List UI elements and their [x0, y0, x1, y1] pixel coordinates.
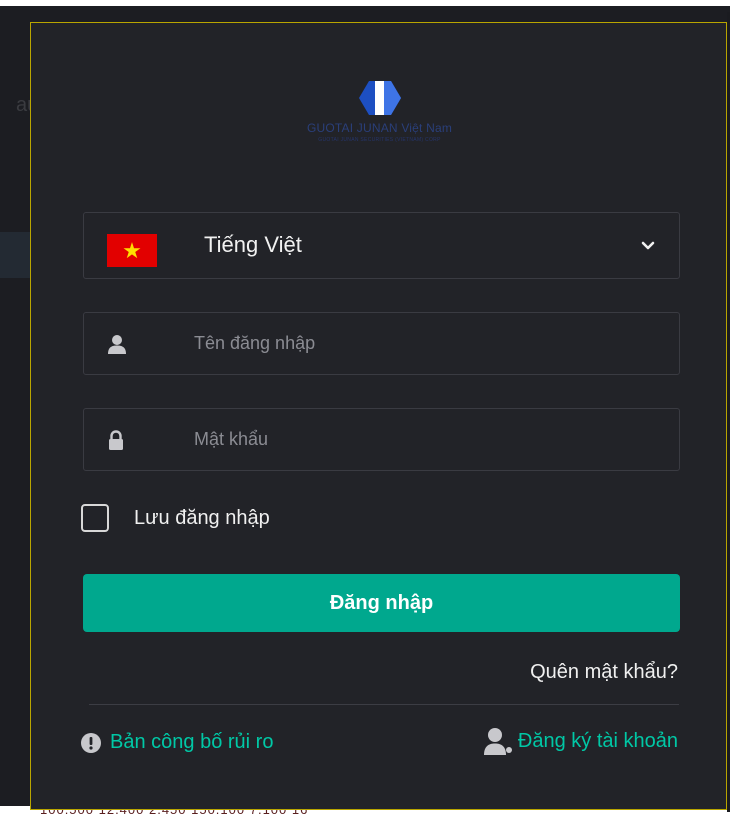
login-button[interactable]: Đăng nhập	[83, 574, 680, 632]
divider	[89, 704, 679, 705]
risk-disclosure-label: Bản công bố rủi ro	[110, 731, 274, 753]
remember-checkbox[interactable]	[81, 504, 109, 532]
login-modal: GUOTAI JUNAN Việt Nam GUOTAI JUNAN SECUR…	[30, 22, 727, 810]
remember-login[interactable]: Lưu đăng nhập	[81, 504, 270, 532]
exclamation-circle-icon	[81, 732, 101, 753]
user-add-icon	[483, 728, 512, 755]
register-account-label: Đăng ký tài khoản	[517, 729, 678, 752]
logo-sub-text: GUOTAI JUNAN SECURITIES (VIETNAM) CORP	[318, 137, 441, 143]
register-account-link[interactable]: Đăng ký tài khoản	[483, 727, 678, 755]
risk-disclosure-link[interactable]: Bản công bố rủi ro	[81, 731, 273, 754]
password-field[interactable]	[83, 408, 680, 471]
language-label: Tiếng Việt	[204, 232, 302, 257]
remember-label: Lưu đăng nhập	[134, 506, 270, 529]
logo-brand-text: GUOTAI JUNAN Việt Nam	[306, 121, 453, 135]
vietnam-flag-icon: ★	[107, 234, 157, 267]
user-icon	[108, 335, 126, 354]
username-field[interactable]	[83, 312, 680, 375]
language-select[interactable]: ★ Tiếng Việt	[83, 212, 680, 279]
username-input[interactable]	[194, 313, 664, 374]
lock-icon	[109, 430, 123, 450]
logo-icon	[358, 81, 401, 115]
background-panel	[0, 232, 30, 278]
password-input[interactable]	[194, 409, 664, 470]
company-logo: GUOTAI JUNAN Việt Nam GUOTAI JUNAN SECUR…	[31, 81, 728, 143]
chevron-down-icon	[641, 241, 655, 250]
forgot-password-link[interactable]: Quên mật khẩu?	[530, 661, 678, 684]
